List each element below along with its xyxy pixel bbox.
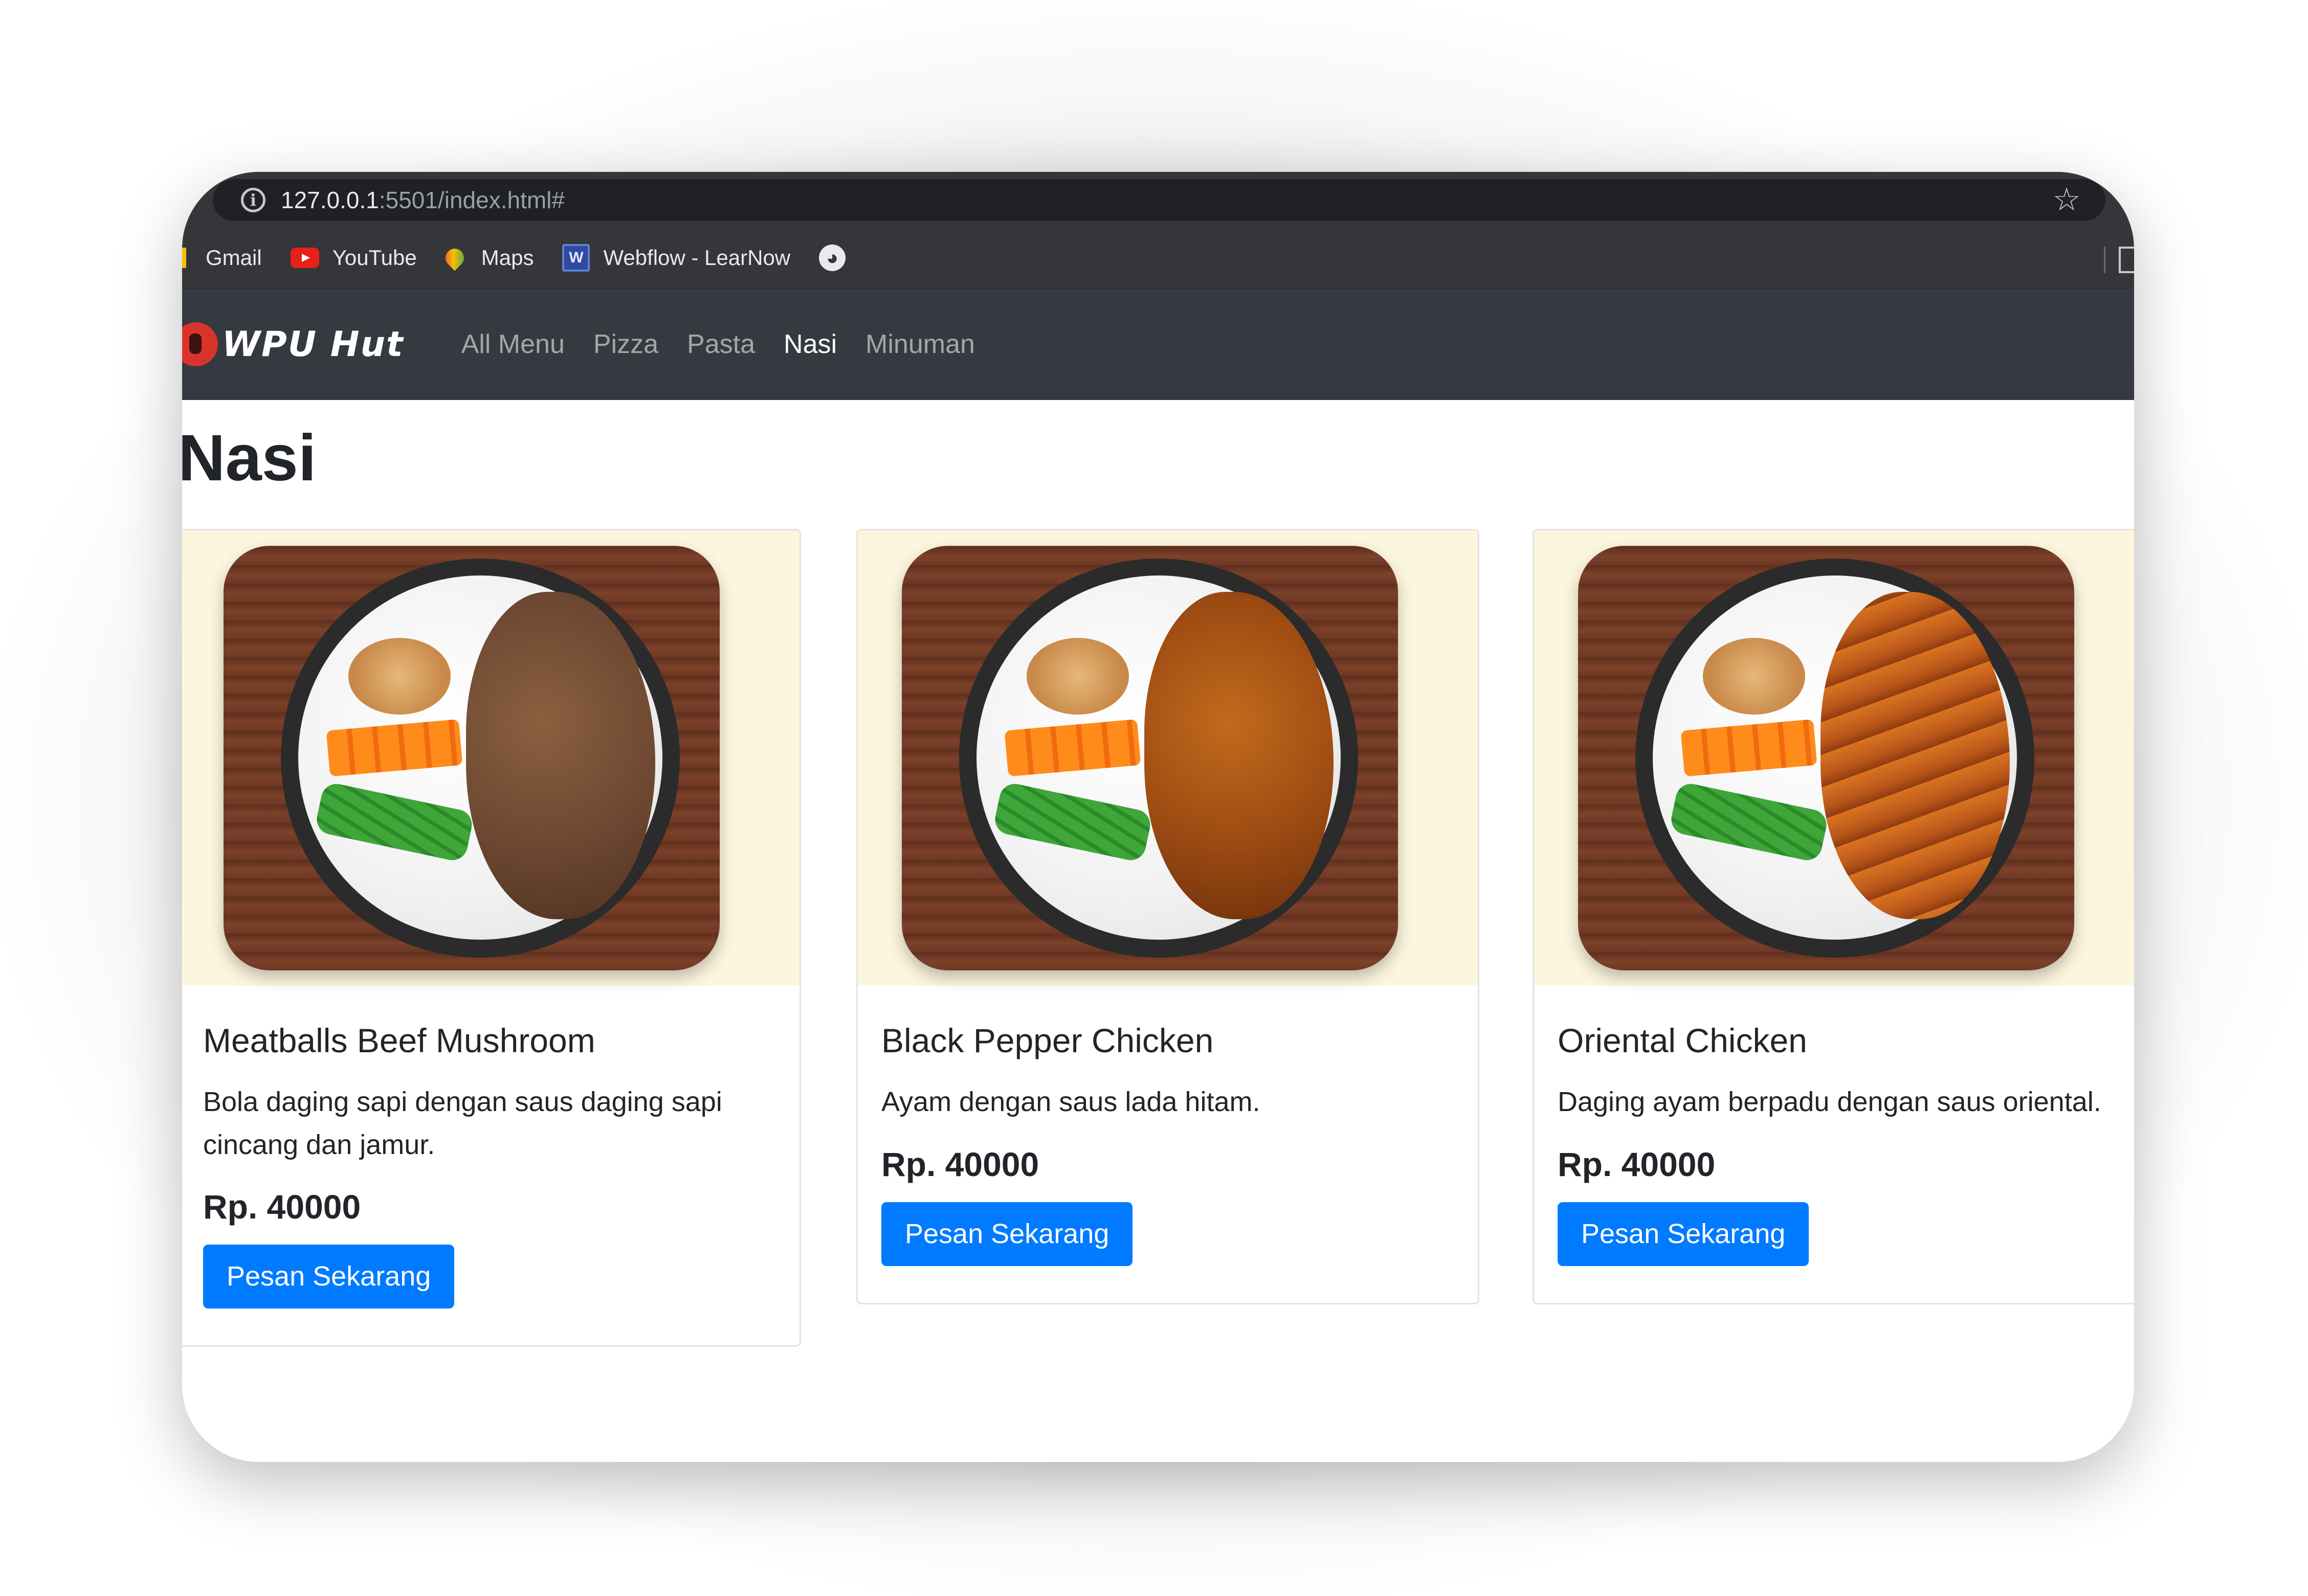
url-path: :5501/index.html# — [379, 187, 565, 213]
address-bar[interactable]: i 127.0.0.1:5501/index.html# ☆ — [213, 179, 2105, 221]
card-description: Daging ayam berpadu dengan saus oriental… — [1558, 1086, 2101, 1117]
food-image — [182, 530, 800, 986]
bookmark-label: YouTube — [332, 246, 417, 270]
bookmark-label: Webflow - LearNow — [603, 246, 791, 270]
youtube-icon — [290, 248, 319, 268]
bookmarks-divider — [2104, 247, 2105, 273]
url-text[interactable]: 127.0.0.1:5501/index.html# — [281, 186, 565, 214]
card-price: Rp. 40000 — [203, 1188, 361, 1226]
menu-card: Black Pepper Chicken Ayam dengan saus la… — [856, 529, 1479, 1304]
info-icon[interactable]: i — [241, 188, 265, 212]
bookmark-label: Gmail — [206, 246, 262, 270]
card-body: Meatballs Beef Mushroom Bola daging sapi… — [182, 986, 800, 1345]
card-body: Oriental Chicken Daging ayam berpadu den… — [1534, 986, 2134, 1303]
food-image — [1534, 530, 2134, 986]
card-price: Rp. 40000 — [881, 1145, 1039, 1183]
order-now-button[interactable]: Pesan Sekarang — [881, 1202, 1133, 1266]
menu-card: Meatballs Beef Mushroom Bola daging sapi… — [182, 529, 801, 1347]
onion — [348, 638, 451, 715]
nav-link-all-menu[interactable]: All Menu — [461, 329, 565, 360]
nav-links: All Menu Pizza Pasta Nasi Minuman — [461, 329, 1004, 360]
address-bar-row: i 127.0.0.1:5501/index.html# ☆ — [182, 172, 2134, 228]
order-now-button[interactable]: Pesan Sekarang — [1558, 1202, 1809, 1266]
bookmark-youtube[interactable]: YouTube — [290, 246, 417, 270]
card-price: Rp. 40000 — [1558, 1145, 1716, 1183]
reading-list-icon[interactable] — [2119, 247, 2134, 273]
pizza-logo-icon[interactable] — [182, 322, 218, 366]
menu-card: Oriental Chicken Daging ayam berpadu den… — [1533, 529, 2134, 1304]
bookmark-star-icon[interactable]: ☆ — [2052, 182, 2081, 218]
maps-icon — [441, 245, 468, 271]
bookmark-webflow[interactable]: W Webflow - LearNow — [562, 244, 790, 272]
url-host: 127.0.0.1 — [281, 187, 379, 213]
nav-link-nasi[interactable]: Nasi — [784, 329, 837, 360]
bookmark-label: Maps — [481, 246, 534, 270]
card-body: Black Pepper Chicken Ayam dengan saus la… — [858, 986, 1478, 1303]
nav-link-minuman[interactable]: Minuman — [865, 329, 975, 360]
card-title: Oriental Chicken — [1558, 1022, 1807, 1059]
card-description: Ayam dengan saus lada hitam. — [881, 1086, 1260, 1117]
bookmark-globe[interactable]: ◕ — [819, 245, 846, 271]
gmail-icon — [182, 248, 186, 268]
card-title: Meatballs Beef Mushroom — [203, 1022, 595, 1059]
bookmark-maps[interactable]: Maps — [441, 245, 534, 271]
globe-icon: ◕ — [819, 245, 846, 271]
bookmark-gmail[interactable]: Gmail — [182, 246, 262, 270]
nav-link-pizza[interactable]: Pizza — [593, 329, 658, 360]
food-image — [858, 530, 1478, 986]
webflow-icon: W — [562, 244, 590, 272]
site-navbar: WPU Hut All Menu Pizza Pasta Nasi Minuma… — [182, 289, 2134, 400]
page-title: Nasi — [182, 422, 317, 495]
onion — [1703, 638, 1805, 715]
nav-link-pasta[interactable]: Pasta — [687, 329, 755, 360]
onion — [1027, 638, 1129, 715]
card-description: Bola daging sapi dengan saus daging sapi… — [203, 1086, 722, 1160]
order-now-button[interactable]: Pesan Sekarang — [203, 1245, 455, 1309]
browser-window: i 127.0.0.1:5501/index.html# ☆ Gmail You… — [182, 172, 2134, 1462]
brand-name[interactable]: WPU Hut — [222, 324, 404, 365]
card-title: Black Pepper Chicken — [881, 1022, 1214, 1059]
bookmarks-bar: Gmail YouTube Maps W Webflow - LearNow ◕ — [182, 228, 2134, 289]
